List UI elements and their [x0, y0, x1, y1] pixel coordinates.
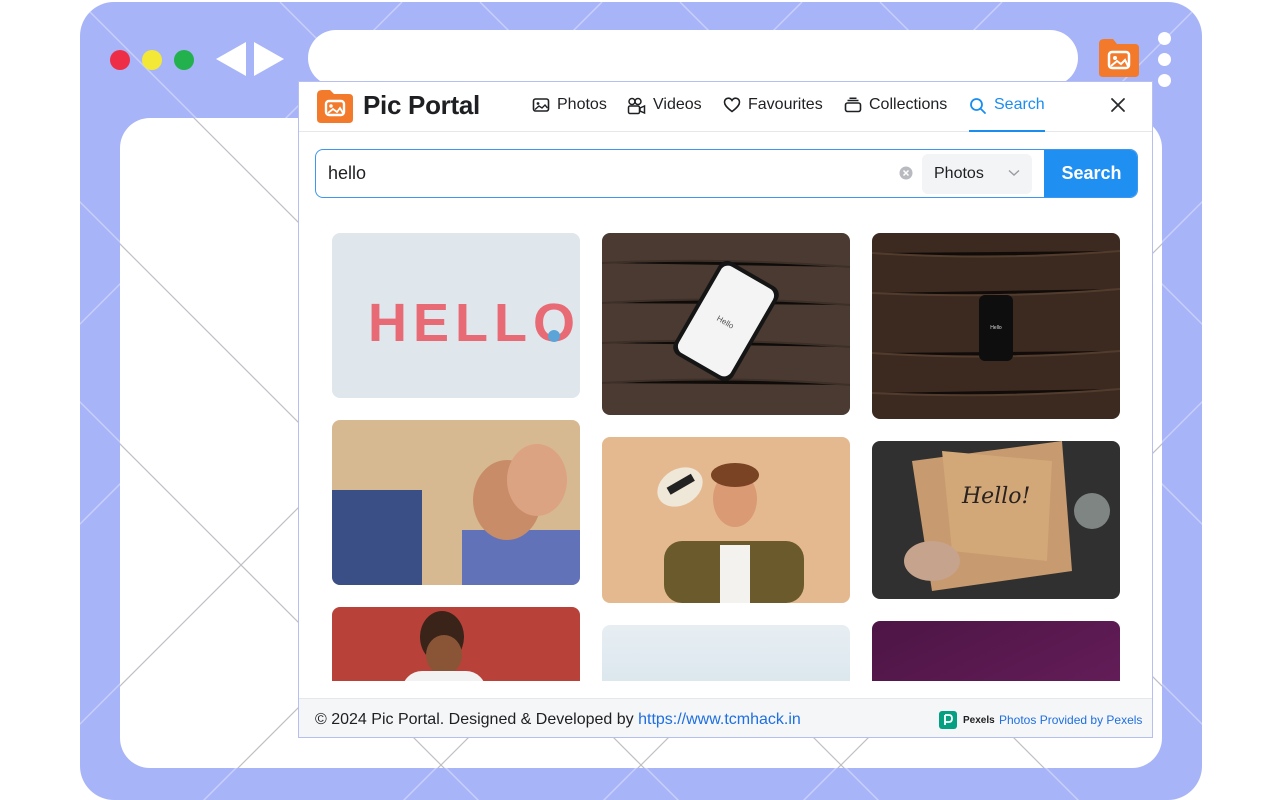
chevron-down-icon [1008, 169, 1020, 176]
footer: © 2024 Pic Portal. Designed & Developed … [299, 698, 1152, 737]
photo-phone-on-wood: Hello [602, 233, 850, 415]
pexels-name: Pexels [963, 714, 995, 726]
tab-search-label: Search [994, 96, 1045, 113]
tab-videos-label: Videos [653, 96, 702, 113]
tab-videos[interactable]: Videos [627, 96, 702, 132]
pic-portal-popup: Pic Portal Photos Videos Favourites Coll… [298, 81, 1153, 738]
pic-portal-logo-icon [317, 90, 353, 123]
search-button[interactable]: Search [1044, 150, 1137, 197]
address-bar[interactable] [308, 30, 1078, 86]
photo-light-sky [602, 625, 850, 681]
video-icon [627, 97, 646, 115]
photo-card[interactable] [602, 437, 850, 603]
photo-card[interactable]: Hello! [872, 441, 1120, 599]
tab-search[interactable]: Search [969, 96, 1045, 132]
photo-hello-clay-letters: HELLO [332, 233, 580, 398]
photo-dark-phone-on-wood: Hello [872, 233, 1120, 419]
window-maximize-dot[interactable] [174, 50, 194, 70]
app-title: Pic Portal [363, 90, 480, 120]
photo-card[interactable] [602, 625, 850, 681]
top-navigation-bar: Pic Portal Photos Videos Favourites Coll… [299, 82, 1152, 132]
media-type-select[interactable]: Photos [922, 154, 1032, 194]
pexels-badge[interactable]: Pexels [939, 711, 995, 729]
search-bar: Photos Search [315, 149, 1138, 198]
copyright-text: © 2024 Pic Portal. Designed & Developed … [315, 711, 801, 729]
tab-collections[interactable]: Collections [844, 96, 947, 132]
tab-photos[interactable]: Photos [532, 96, 607, 132]
photo-man-red-background [332, 607, 580, 681]
photo-icon [532, 98, 550, 112]
tab-favourites[interactable]: Favourites [723, 96, 823, 132]
copyright-label: © 2024 Pic Portal. Designed & Developed … [315, 711, 639, 728]
photo-card[interactable]: HELLO [332, 233, 580, 398]
photo-card[interactable] [332, 607, 580, 681]
developer-link[interactable]: https://www.tcmhack.in [638, 711, 801, 728]
photo-handshake [332, 420, 580, 585]
photo-purple-gradient [872, 621, 1120, 681]
forward-arrow-icon[interactable] [254, 42, 284, 76]
photo-hello-calligraphy: Hello! [872, 441, 1120, 599]
browser-menu-icon[interactable] [1158, 32, 1172, 95]
window-minimize-dot[interactable] [142, 50, 162, 70]
photo-text: Hello [990, 325, 1002, 331]
extension-icon[interactable] [1095, 36, 1141, 78]
media-type-value: Photos [934, 165, 984, 182]
close-icon[interactable] [1109, 96, 1127, 114]
collection-icon [844, 97, 862, 113]
tab-photos-label: Photos [557, 96, 607, 113]
photo-card[interactable]: Hello [872, 233, 1120, 419]
tab-collections-label: Collections [869, 96, 948, 113]
photo-grid: HELLO Hello Hello Hello! [299, 215, 1152, 681]
heart-icon [723, 97, 741, 113]
window-close-dot[interactable] [110, 50, 130, 70]
back-arrow-icon[interactable] [216, 42, 246, 76]
pexels-credit-link[interactable]: Photos Provided by Pexels [999, 713, 1142, 727]
search-icon [970, 98, 986, 114]
photo-man-with-hat [602, 437, 850, 603]
pexels-logo-icon [939, 711, 957, 729]
tab-favourites-label: Favourites [748, 96, 823, 113]
photo-card[interactable] [332, 420, 580, 585]
photo-text: Hello! [961, 484, 1030, 509]
search-input[interactable] [316, 150, 916, 197]
photo-card[interactable] [872, 621, 1120, 681]
photo-text: HELLO [368, 293, 580, 353]
clear-input-icon[interactable] [899, 166, 913, 180]
photo-card[interactable]: Hello [602, 233, 850, 415]
